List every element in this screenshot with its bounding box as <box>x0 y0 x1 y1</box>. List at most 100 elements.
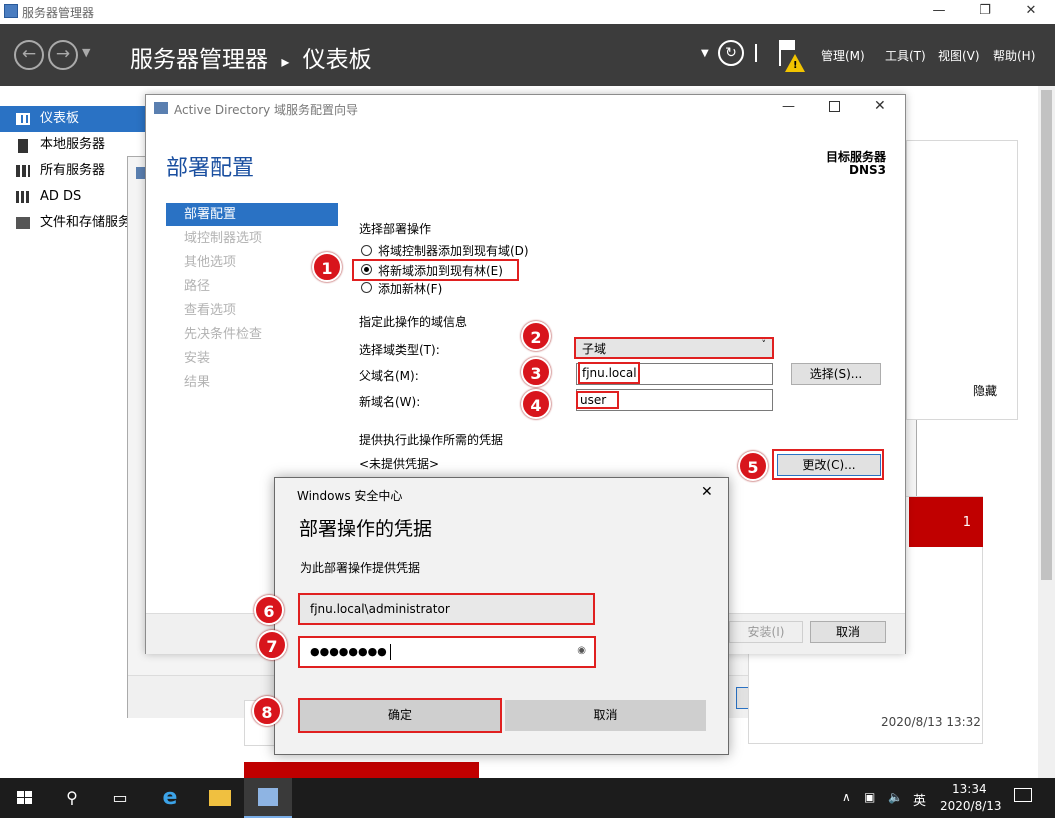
sidebar-item-dashboard[interactable]: 仪表板 <box>0 106 145 132</box>
app-header: ← → ▼ 服务器管理器 ▸ 仪表板 ▼ ↻ ! 管理(M) 工具(T) 视图(… <box>0 24 1055 86</box>
menu-tools[interactable]: 工具(T) <box>885 47 926 64</box>
wizard-heading: 部署配置 <box>166 156 255 181</box>
annotation-badge-4: 4 <box>521 389 551 419</box>
radio-add-new-domain-label[interactable]: 将新域添加到现有林(E) <box>378 262 503 279</box>
separator <box>755 44 757 62</box>
dashboard-tile-red <box>244 762 479 778</box>
menu-view[interactable]: 视图(V) <box>938 47 980 64</box>
username-field[interactable]: fjnu.local\administrator <box>298 593 595 625</box>
radio-add-dc-label[interactable]: 将域控制器添加到现有域(D) <box>378 242 529 259</box>
scrollbar-thumb[interactable] <box>1041 90 1052 580</box>
change-credentials-button[interactable]: 更改(C)... <box>777 454 881 476</box>
wizard-maximize-button[interactable] <box>829 101 840 112</box>
password-value: ●●●●●●●● <box>310 645 387 658</box>
dialog-ok-label: 确定 <box>387 708 412 722</box>
volume-muted-icon[interactable]: 🔈 <box>888 790 903 804</box>
notifications-flag-icon[interactable]: ! <box>775 36 807 72</box>
dialog-ok-button[interactable]: 确定 <box>298 698 502 733</box>
annotation-badge-1: 1 <box>312 252 342 282</box>
password-field[interactable]: ●●●●●●●● ◉ <box>298 636 596 668</box>
nav-prereq-check: 先决条件检查 <box>184 327 263 342</box>
sidebar-item-ad-ds[interactable]: AD DS <box>0 184 145 210</box>
wizard-minimize-button[interactable]: — <box>782 99 795 114</box>
dialog-cancel-button[interactable]: 取消 <box>505 700 706 731</box>
radio-add-dc[interactable] <box>361 245 372 256</box>
file-explorer-icon[interactable] <box>196 778 244 818</box>
start-windows-icon[interactable] <box>0 778 48 818</box>
minimize-button[interactable]: — <box>916 0 962 24</box>
nav-paths: 路径 <box>184 279 211 294</box>
wizard-cancel-button[interactable]: 取消 <box>810 621 886 643</box>
annotation-badge-2: 2 <box>521 321 551 351</box>
sidebar-item-label: 文件和存储服务 <box>40 215 132 230</box>
dialog-close-icon[interactable]: ✕ <box>701 484 713 500</box>
storage-icon <box>16 217 30 229</box>
show-hidden-icons-icon[interactable]: ∧ <box>842 790 851 804</box>
select-domain-button[interactable]: 选择(S)... <box>791 363 881 385</box>
reveal-password-icon[interactable]: ◉ <box>577 645 586 656</box>
sidebar-item-local-server[interactable]: 本地服务器 <box>0 132 145 158</box>
menu-help[interactable]: 帮助(H) <box>993 47 1035 64</box>
server-icon <box>18 139 28 153</box>
tile-red-header: 1 <box>909 497 983 547</box>
dashboard-tile-hide: 隐藏 <box>906 140 1018 420</box>
annotation-badge-8: 8 <box>252 696 282 726</box>
radio-add-forest[interactable] <box>361 282 372 293</box>
chevron-down-icon: ˅ <box>761 340 767 350</box>
parent-domain-value: fjnu.local <box>578 362 640 384</box>
back-arrow-icon[interactable]: ← <box>14 40 44 70</box>
dashboard-icon <box>16 113 30 125</box>
section-deployment-op: 选择部署操作 <box>359 222 432 236</box>
nav-deployment-config[interactable]: 部署配置 <box>166 203 338 226</box>
target-server-name: DNS3 <box>849 163 886 177</box>
internet-explorer-icon[interactable]: e <box>146 778 194 818</box>
section-domain-info: 指定此操作的域信息 <box>359 315 468 329</box>
close-window-button[interactable]: ✕ <box>1008 0 1054 24</box>
wizard-close-button[interactable]: ✕ <box>874 98 886 114</box>
annotation-badge-7: 7 <box>257 630 287 660</box>
sidebar-item-label: 所有服务器 <box>40 163 106 178</box>
refresh-icon[interactable]: ↻ <box>718 40 744 66</box>
credential-dialog: Windows 安全中心 ✕ 部署操作的凭据 为此部署操作提供凭据 fjnu.l… <box>274 477 729 755</box>
sidebar-item-all-servers[interactable]: 所有服务器 <box>0 158 145 184</box>
restore-button[interactable]: ❐ <box>962 0 1008 24</box>
server-manager-taskbar-icon[interactable] <box>244 778 292 818</box>
breadcrumb-current: 仪表板 <box>302 47 372 73</box>
scrollbar[interactable] <box>1038 86 1055 778</box>
menu-manage[interactable]: 管理(M) <box>821 47 865 64</box>
clock-date[interactable]: 2020/8/13 <box>940 799 1002 813</box>
refresh-dropdown-icon[interactable]: ▼ <box>701 48 709 59</box>
username-value: fjnu.local\administrator <box>310 602 450 616</box>
nav-results: 结果 <box>184 375 211 390</box>
breadcrumb-separator: ▸ <box>281 52 290 71</box>
clock-time[interactable]: 13:34 <box>952 782 987 796</box>
dialog-cancel-label: 取消 <box>593 708 618 722</box>
search-icon[interactable]: ⚲ <box>48 778 96 818</box>
network-icon[interactable]: ▣ <box>864 790 875 804</box>
action-center-icon[interactable] <box>1014 788 1032 802</box>
radio-add-new-domain[interactable] <box>361 264 372 275</box>
annotation-badge-5: 5 <box>738 451 768 481</box>
parent-domain-label: 父域名(M): <box>359 369 419 383</box>
domain-type-select[interactable]: 子域 ˅ <box>574 337 774 359</box>
breadcrumb-root: 服务器管理器 <box>130 47 268 73</box>
sidebar-item-label: AD DS <box>40 189 82 204</box>
tile-timestamp: 2020/8/13 13:32 <box>881 715 981 729</box>
domain-type-value: 子域 <box>582 342 607 356</box>
hide-link[interactable]: 隐藏 <box>973 382 997 399</box>
nav-install: 安装 <box>184 351 211 366</box>
taskbar: ⚲ ▭ e ∧ ▣ 🔈 英 13:34 2020/8/13 <box>0 778 1055 818</box>
task-view-icon[interactable]: ▭ <box>96 778 144 818</box>
forward-arrow-icon[interactable]: → <box>48 40 78 70</box>
annotation-badge-6: 6 <box>254 595 284 625</box>
ime-indicator[interactable]: 英 <box>913 790 926 809</box>
window-titlebar: 服务器管理器 — ❐ ✕ <box>0 0 1055 24</box>
dialog-subtitle: 为此部署操作提供凭据 <box>300 561 421 575</box>
dialog-window-title: Windows 安全中心 <box>297 489 403 503</box>
sidebar-item-file-storage[interactable]: 文件和存储服务 <box>0 210 145 236</box>
history-dropdown-icon[interactable]: ▼ <box>82 46 90 59</box>
sidebar-item-label: 本地服务器 <box>40 137 106 152</box>
new-domain-label: 新域名(W): <box>359 395 421 409</box>
server-manager-app-icon <box>4 4 18 18</box>
radio-add-forest-label[interactable]: 添加新林(F) <box>378 280 442 297</box>
